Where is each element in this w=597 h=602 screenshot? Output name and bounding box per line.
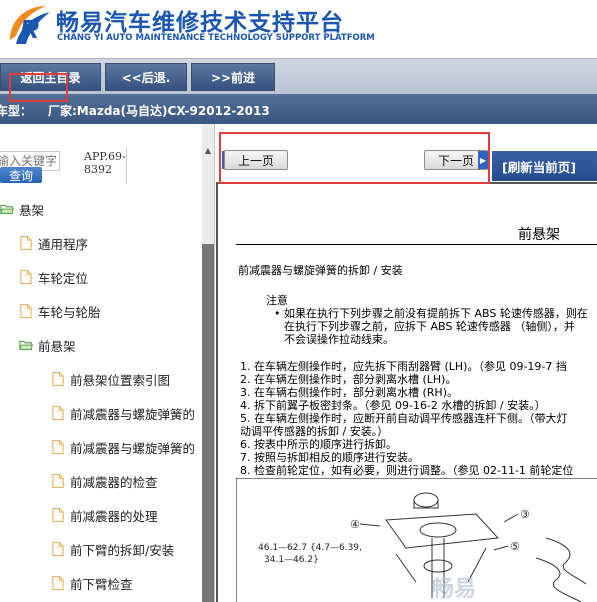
tree-item[interactable]: 前悬架位置索引图: [51, 368, 170, 390]
tree-item-label: 车轮与轮胎: [38, 304, 101, 320]
tree-item-label: 车轮定位: [38, 270, 89, 286]
tree-item[interactable]: 前减震器与螺旋弹簧的: [51, 436, 195, 458]
tree-item-label: 前悬架: [38, 338, 76, 354]
platform-title: 畅易汽车维修技术支持平台: [56, 10, 344, 36]
tree-item-label: 前下臂检查: [70, 576, 133, 592]
tree-item-label: 前减震器的检查: [70, 474, 158, 490]
callout-number: ④: [350, 518, 360, 531]
pager-highlight: [219, 132, 490, 184]
folder-open-icon: [0, 204, 14, 214]
document-icon: [52, 474, 64, 488]
tree-folder[interactable]: 前悬架: [19, 334, 76, 356]
document-icon: [52, 372, 64, 386]
torque-spec-text: 34.1—46.2}: [264, 555, 319, 565]
watermark-text: 畅易: [432, 577, 476, 602]
tree-item[interactable]: 前减震器的检查: [51, 470, 158, 492]
tree-item-label: 通用程序: [38, 236, 89, 252]
selection-highlight: [9, 73, 68, 102]
document-icon: [52, 576, 64, 590]
tree-root-label: 悬架: [19, 202, 45, 218]
document-frame: 前悬架 前减震器与螺旋弹簧的拆卸 / 安装 注意 • 如果在执行下列步骤之前没有…: [216, 182, 597, 602]
callout-number: ⑤: [510, 540, 520, 553]
tree-item-label: 前下臂的拆卸/安装: [70, 542, 175, 558]
vehicle-info-bar: 车型： 厂家:Mazda(马自达)CX-92012-2013: [0, 94, 597, 124]
cy-r-logo-icon: R: [10, 6, 50, 44]
torque-spec-text: 46.1—62.7 {4.7—6.39,: [258, 543, 362, 553]
tree-item[interactable]: 前减震器与螺旋弹簧的: [51, 402, 195, 424]
app-header: R 畅易汽车维修技术支持平台 CHANG YI AUTO MAINTENANCE…: [0, 0, 597, 58]
forward-button[interactable]: >>前进: [191, 63, 275, 91]
document-icon: [52, 440, 64, 454]
tree-item[interactable]: 通用程序: [19, 232, 88, 254]
document-icon: [20, 270, 32, 284]
document-icon: [20, 304, 32, 318]
platform-subtitle: CHANG YI AUTO MAINTENANCE TECHNOLOGY SUP…: [57, 33, 375, 43]
document-panel: ◀ 上一页 下一页 ▶ [刷新当前页] 前悬架 前减震器与螺旋弹簧的拆卸 / 安…: [216, 124, 597, 602]
tree-item[interactable]: 前下臂检查: [51, 572, 133, 594]
doc-title: 前悬架: [518, 227, 560, 243]
divider: [126, 148, 127, 184]
tree-item[interactable]: 车轮定位: [19, 266, 88, 288]
tree-item-label: 前减震器与螺旋弹簧的: [70, 406, 196, 422]
tree-panel: 查询 APP.69-8392 悬架 通用程序车轮定位车轮与轮胎前悬架前悬架位置索…: [0, 124, 215, 602]
tree-item-label: 前减震器的处理: [70, 508, 158, 524]
app-code: APP.69-8392: [84, 150, 126, 176]
document-icon: [52, 542, 64, 556]
tree-item[interactable]: 前减震器的处理: [51, 504, 158, 526]
folder-open-icon: [19, 340, 33, 350]
scroll-up-arrow-icon[interactable]: ▲: [202, 143, 214, 157]
note-line: 不会误操作拉动线束。: [284, 333, 394, 346]
document-icon: [52, 406, 64, 420]
callout-number: ③: [520, 508, 530, 521]
tree-item[interactable]: 前下臂的拆卸/安装: [51, 538, 174, 560]
tree-item[interactable]: 车轮与轮胎: [19, 300, 101, 322]
svg-text:R: R: [20, 14, 39, 44]
doc-rule: [236, 244, 597, 245]
tree-item-label: 前悬架位置索引图: [70, 372, 171, 388]
vehicle-label: 车型：: [0, 104, 33, 118]
search-button[interactable]: 查询: [0, 167, 42, 183]
vehicle-value: 厂家:Mazda(马自达)CX-92012-2013: [48, 104, 270, 118]
suspension-diagram: 46.1—62.7 {4.7—6.39, 34.1—46.2} ③ ④ ⑤ 畅易: [236, 478, 597, 602]
document-icon: [20, 236, 32, 250]
refresh-page-link[interactable]: [刷新当前页]: [502, 157, 576, 176]
nav-bar: 返回主目录 <<后退. >>前进: [0, 58, 597, 94]
tree-item-label: 前减震器与螺旋弹簧的: [70, 440, 196, 456]
document-icon: [52, 508, 64, 522]
procedure-step: 8. 检查前轮定位，如有必要，则进行调整。（参见 02-11-1 前轮定位: [240, 464, 574, 477]
scrollbar-thumb[interactable]: [202, 244, 214, 602]
back-button[interactable]: <<后退.: [105, 63, 187, 91]
tree-root-suspension[interactable]: 悬架: [0, 198, 44, 220]
doc-subtitle: 前减震器与螺旋弹簧的拆卸 / 安装: [238, 264, 403, 277]
